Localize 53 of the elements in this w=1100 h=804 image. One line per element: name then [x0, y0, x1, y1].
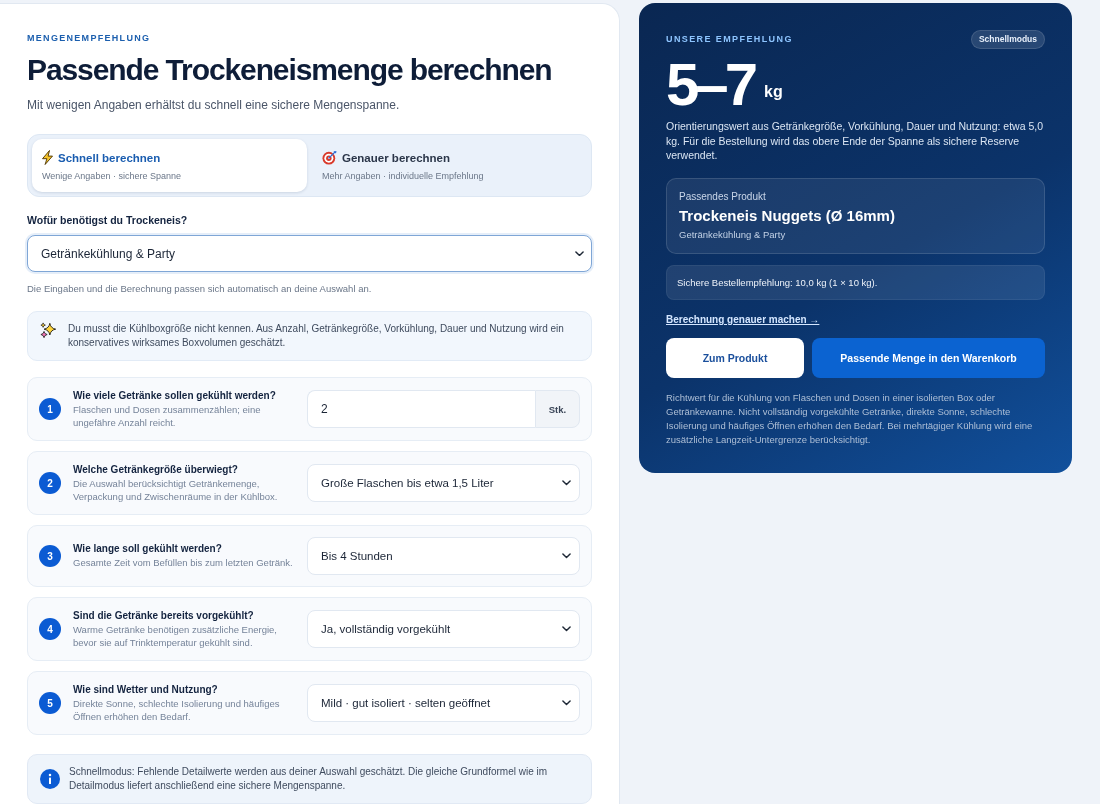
- info-text: Schnellmodus: Fehlende Detailwerte werden aus deiner Auswahl geschätzt. Die gleiche Grundformel wie im Detailmodus liefert anschließend eine sichere Mengenspanne.: [69, 765, 549, 793]
- recommendation-text: Orientierungswert aus Getränkegröße, Vorkühlung, Dauer und Nutzung: etwa 5,0 kg. Für die Bestellung wird das obere Ende der Spanne als sichere Reserve verwendet.: [666, 119, 1045, 163]
- amount-value: 5–7: [666, 51, 755, 118]
- chevron-down-icon: [562, 553, 571, 559]
- answer-dropdown[interactable]: Ja, vollständig vorgekühlt: [307, 610, 580, 648]
- lightning-icon: [42, 150, 53, 165]
- question-title: Wie lange soll gekühlt werden?: [73, 542, 223, 557]
- chevron-down-icon: [575, 250, 584, 257]
- sparkles-icon: [40, 322, 57, 339]
- unit-label: Stk.: [535, 390, 580, 428]
- field-label: Wofür benötigst du Trockeneis?: [27, 214, 188, 227]
- product-button[interactable]: Zum Produkt: [666, 337, 804, 378]
- question-title: Welche Getränkegröße überwiegt?: [73, 463, 239, 477]
- notice-text: Du musst die Kühlboxgröße nicht kennen. Aus Anzahl, Getränkegröße, Vorkühlung, Dauer und Nutzung wird ein konservatives wirksames Boxvolumen geschätzt.: [68, 322, 565, 350]
- section-eyebrow: MENGENEMPFEHLUNG: [27, 33, 151, 44]
- step-number: 4: [39, 618, 61, 640]
- amount-unit: kg: [764, 83, 783, 100]
- product-use: Getränkekühlung & Party: [679, 228, 786, 241]
- step-number: 3: [39, 545, 61, 567]
- question-hint: Flaschen und Dosen zusammenzählen; eine ungefähre Anzahl reicht.: [73, 404, 262, 429]
- purpose-dropdown[interactable]: Getränkekühlung & Party: [27, 235, 592, 272]
- refine-link[interactable]: Berechnung genauer machen →: [666, 312, 820, 326]
- step-number: 5: [39, 692, 61, 714]
- question-hint: Direkte Sonne, schlechte Isolierung und häufiges Öffnen erhöhen den Bedarf.: [73, 698, 281, 723]
- section-eyebrow: UNSERE EMPFEHLUNG: [666, 34, 793, 45]
- question-hint: Die Auswahl berücksichtigt Getränkemenge, Verpackung und Zwischenräume in der Kühlbox.: [73, 478, 279, 503]
- question-hint: Warme Getränke benötigen zusätzliche Energie, bevor sie auf Trinktemperatur gekühlt sind.: [73, 624, 278, 649]
- mode-tab[interactable]: Genauer berechnen Mehr Angaben · individuelle Empfehlung: [312, 139, 587, 192]
- product-name: Trockeneis Nuggets (Ø 16mm): [679, 205, 895, 225]
- step-number: 1: [39, 398, 61, 420]
- chevron-down-icon: [562, 700, 571, 706]
- mode-tab[interactable]: Schnell berechnen Wenige Angaben · sichere Spanne: [32, 139, 307, 192]
- page-subtitle: Mit wenigen Angaben erhältst du schnell eine sichere Mengenspanne.: [27, 97, 400, 113]
- question-title: Wie viele Getränke sollen gekühlt werden?: [73, 389, 277, 403]
- add-to-cart-button[interactable]: Passende Menge in den Warenkorb: [812, 337, 1045, 378]
- info-icon: [40, 769, 60, 789]
- count-input[interactable]: 2: [307, 390, 535, 428]
- target-icon: [322, 150, 337, 165]
- page-title: Passende Trockeneismenge berechnen: [27, 52, 552, 88]
- question-title: Sind die Getränke bereits vorgekühlt?: [73, 609, 255, 623]
- answer-dropdown[interactable]: Mild · gut isoliert · selten geöffnet: [307, 684, 580, 722]
- question-title: Wie sind Wetter und Nutzung?: [73, 683, 219, 697]
- product-caption: Passendes Produkt: [679, 190, 766, 203]
- chevron-down-icon: [562, 480, 571, 486]
- order-note: Sichere Bestellempfehlung: 10,0 kg (1 × 10 kg).: [666, 264, 1045, 300]
- chevron-down-icon: [562, 626, 571, 632]
- step-number: 2: [39, 472, 61, 494]
- question-hint: Gesamte Zeit vom Befüllen bis zum letzten Getränk.: [73, 557, 294, 570]
- answer-dropdown[interactable]: Große Flaschen bis etwa 1,5 Liter: [307, 464, 580, 502]
- answer-dropdown[interactable]: Bis 4 Stunden: [307, 537, 580, 575]
- disclaimer-text: Richtwert für die Kühlung von Flaschen und Dosen in einer isolierten Box oder Getränkewanne. Nicht vollständig vorgekühlte Getränke, direkte Sonne, schlechte Isolierung und häufiges Öffnen erhöhen den Bedarf. Bei mehrtägiger Kühlung wird eine zusätzliche Langzeit-Untergrenze berücksichtigt.: [666, 390, 1034, 447]
- mode-badge: Schnellmodus: [970, 30, 1045, 49]
- field-hint: Die Eingaben und die Berechnung passen sich automatisch an deine Auswahl an.: [27, 283, 372, 295]
